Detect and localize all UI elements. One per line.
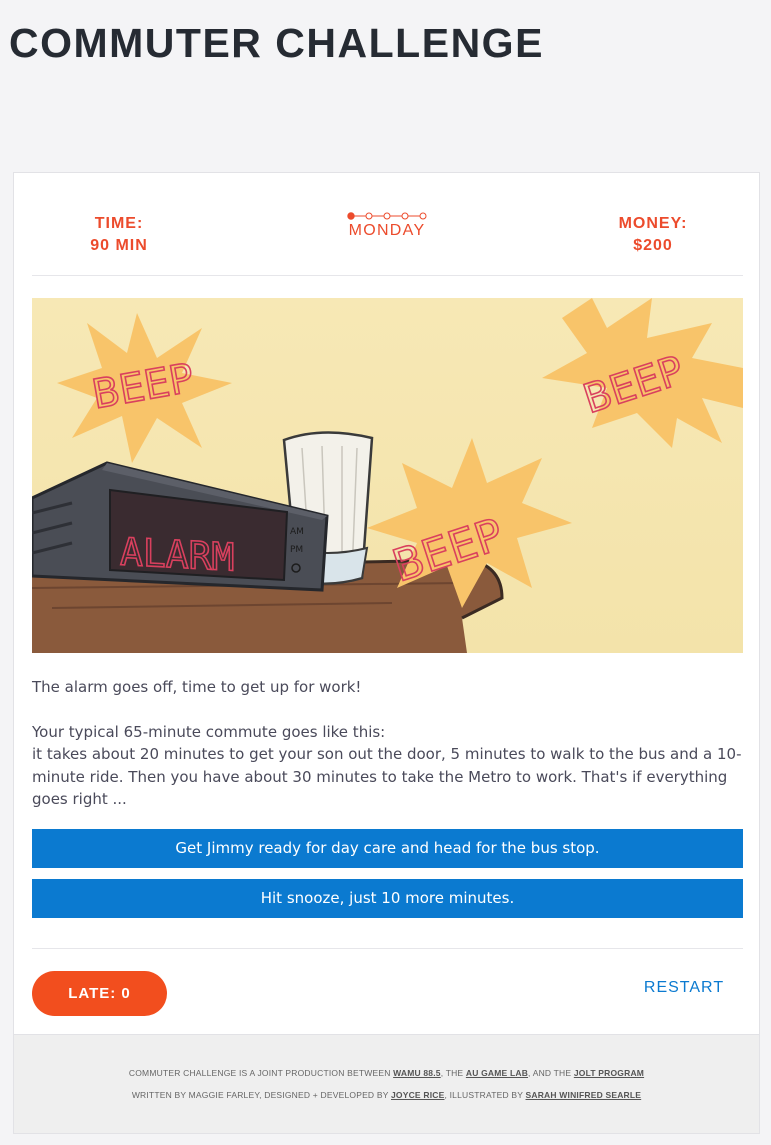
time-value: 90 MIN [90,237,148,254]
svg-text:PM: PM [290,545,303,555]
day-progress-dots [347,212,427,220]
day-dot-3 [383,212,391,220]
time-stat: TIME: 90 MIN [44,213,194,257]
money-label: MONEY: [618,215,688,232]
credits-line-1: COMMUTER CHALLENGE IS A JOINT PRODUCTION… [128,1068,645,1078]
choice-button-get-ready[interactable]: Get Jimmy ready for day care and head fo… [32,829,743,868]
alarm-clock-illustration: BEEP BEEP ALARM AM PM BEEP [32,298,743,653]
joyce-rice-link[interactable]: JOYCE RICE [391,1090,445,1100]
credits-line-2: WRITTEN BY MAGGIE FARLEY, DESIGNED + DEV… [131,1090,642,1100]
choice-button-snooze[interactable]: Hit snooze, just 10 more minutes. [32,879,743,918]
money-stat: MONEY: $200 [578,213,728,257]
day-dot-1 [347,212,355,220]
credits-footer: COMMUTER CHALLENGE IS A JOINT PRODUCTION… [14,1034,759,1133]
time-label: TIME: [94,215,144,232]
day-dot-5 [419,212,427,220]
money-value: $200 [633,237,673,254]
story-line-2: Your typical 65-minute commute goes like… [32,722,386,741]
story-line-1: The alarm goes off, time to get up for w… [32,678,362,696]
game-card: TIME: 90 MIN MONDAY MONEY: $200 BEEP BEE… [13,172,760,1134]
sarah-searle-link[interactable]: SARAH WINIFRED SEARLE [526,1090,642,1100]
day-indicator: MONDAY [312,211,462,240]
day-dot-2 [365,212,373,220]
day-label: MONDAY [348,222,426,239]
story-text: The alarm goes off, time to get up for w… [32,676,743,811]
story-line-3: it takes about 20 minutes to get your so… [32,745,742,808]
stats-bar: TIME: 90 MIN MONDAY MONEY: $200 [32,173,743,276]
au-game-lab-link[interactable]: AU GAME LAB [466,1068,528,1078]
svg-text:ALARM: ALARM [120,530,234,580]
restart-link[interactable]: RESTART [634,979,734,997]
divider [32,948,743,949]
late-counter-button[interactable]: LATE: 0 [32,971,167,1016]
wamu-link[interactable]: WAMU 88.5 [393,1068,441,1078]
jolt-program-link[interactable]: JOLT PROGRAM [574,1068,644,1078]
page-title: COMMUTER CHALLENGE [9,20,544,66]
day-dot-4 [401,212,409,220]
svg-text:AM: AM [290,527,304,537]
